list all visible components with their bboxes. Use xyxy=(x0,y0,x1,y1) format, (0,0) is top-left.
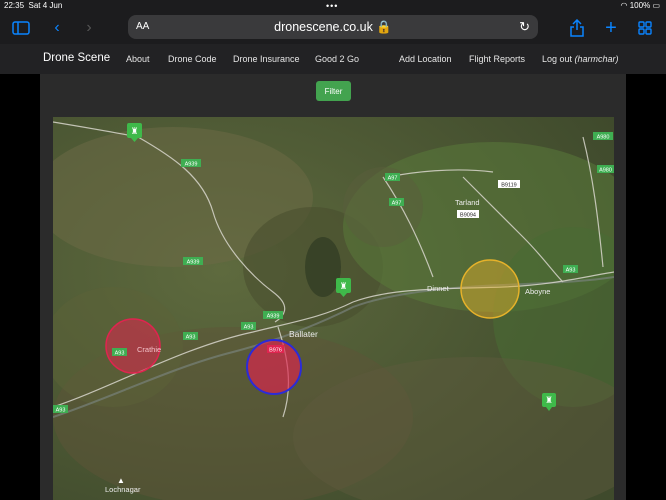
road-label-a93: A93 xyxy=(56,408,66,414)
nav-add-location[interactable]: Add Location xyxy=(399,54,452,64)
url-text[interactable]: dronescene.co.uk 🔒 xyxy=(128,20,538,35)
mountain-peak-icon: ▲ xyxy=(117,476,125,485)
road-label-b9094: B9094 xyxy=(460,213,476,219)
browser-toolbar: ‹ › AA dronescene.co.uk 🔒 ↻ + xyxy=(0,12,666,44)
satellite-map[interactable]: ♜ ♜ ♜ A939 A939 A939 A97 A97 A93 A93 A93… xyxy=(53,117,614,500)
road-label-a93: A93 xyxy=(115,351,125,357)
battery-percent: 100% xyxy=(629,1,651,10)
place-aboyne: Aboyne xyxy=(525,287,550,296)
place-tarland: Tarland xyxy=(455,198,480,207)
status-time: 22:35 xyxy=(4,1,25,10)
road-label-a980: A980 xyxy=(597,135,610,141)
reload-icon[interactable]: ↻ xyxy=(519,19,530,35)
sidebar-icon[interactable] xyxy=(10,18,32,38)
nav-drone-code[interactable]: Drone Code xyxy=(168,54,217,64)
address-bar[interactable]: AA dronescene.co.uk 🔒 ↻ xyxy=(128,15,538,39)
place-lochnagar: Lochnagar xyxy=(105,485,141,494)
multitask-dots[interactable]: ••• xyxy=(326,1,338,11)
wifi-icon: ◠ xyxy=(620,1,628,10)
road-label-a93: A93 xyxy=(186,335,196,341)
ios-status-bar: 22:35 Sat 4 Jun ••• ◠ 100% ▭ xyxy=(0,0,666,12)
nav-drone-insurance[interactable]: Drone Insurance xyxy=(233,54,300,64)
share-icon[interactable] xyxy=(566,18,588,38)
road-label-a97: A97 xyxy=(392,201,402,207)
filter-button[interactable]: Filter xyxy=(316,81,351,101)
back-icon[interactable]: ‹ xyxy=(46,18,68,38)
nav-log-out[interactable]: Log out (harmchar) xyxy=(542,54,619,64)
nav-flight-reports[interactable]: Flight Reports xyxy=(469,54,525,64)
road-label-a939: A939 xyxy=(267,314,280,320)
road-label-b976: B976 xyxy=(269,348,282,354)
svg-text:♜: ♜ xyxy=(339,282,347,292)
road-label-a93: A93 xyxy=(566,268,576,274)
road-label-a980: A980 xyxy=(599,168,612,174)
road-label-a97: A97 xyxy=(388,176,398,182)
road-label-a939: A939 xyxy=(187,260,200,266)
nav-about[interactable]: About xyxy=(126,54,150,64)
site-navbar: Drone Scene About Drone Code Drone Insur… xyxy=(0,44,666,74)
caution-zone-dinnet[interactable] xyxy=(460,259,520,319)
road-label-b9119: B9119 xyxy=(501,183,517,189)
battery-icon: ▭ xyxy=(652,1,660,10)
place-ballater: Ballater xyxy=(289,329,318,339)
svg-text:♜: ♜ xyxy=(545,396,553,406)
place-dinnet: Dinnet xyxy=(427,284,450,293)
place-crathie: Crathie xyxy=(137,345,161,354)
nav-good-2-go[interactable]: Good 2 Go xyxy=(315,54,359,64)
username: (harmchar) xyxy=(574,54,619,64)
road-label-a93: A93 xyxy=(244,325,254,331)
svg-text:♜: ♜ xyxy=(130,127,138,137)
road-label-a939: A939 xyxy=(185,162,198,168)
log-out-label: Log out xyxy=(542,54,573,64)
new-tab-icon[interactable]: + xyxy=(600,17,622,39)
tabs-overview-icon[interactable] xyxy=(634,18,656,38)
forward-icon[interactable]: › xyxy=(78,18,100,38)
site-brand[interactable]: Drone Scene xyxy=(43,52,110,64)
status-date: Sat 4 Jun xyxy=(28,1,63,10)
